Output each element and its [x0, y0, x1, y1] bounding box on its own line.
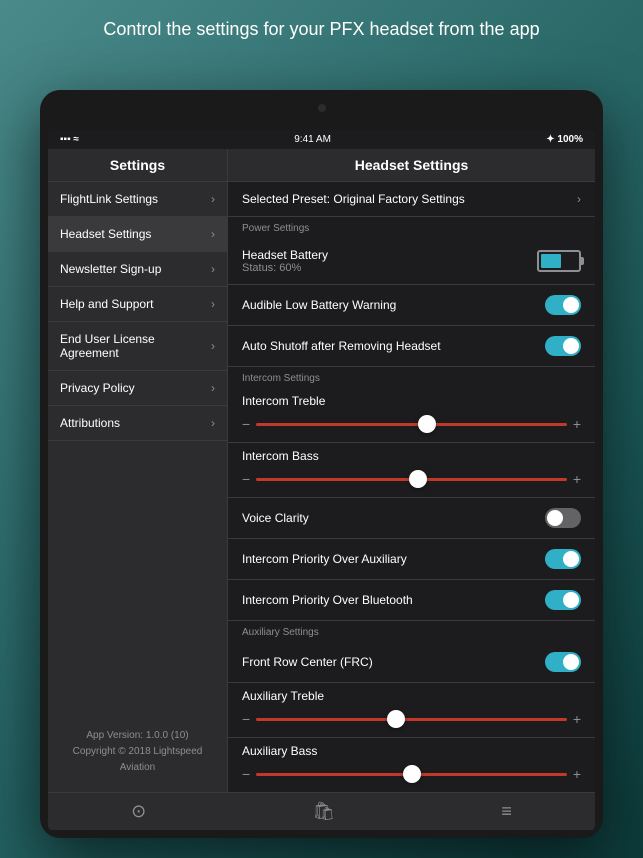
- tab-bar: ⊙ 🛍 ≡: [48, 792, 595, 830]
- plus-icon: +: [573, 766, 581, 782]
- auxiliary-settings-header: Auxiliary Settings: [228, 621, 595, 642]
- sidebar-item-attributions[interactable]: Attributions ›: [48, 406, 227, 441]
- aux-treble-container: Auxiliary Treble − +: [228, 683, 595, 738]
- right-panel: Selected Preset: Original Factory Settin…: [228, 182, 595, 792]
- sidebar-item-flightlink[interactable]: FlightLink Settings ›: [48, 182, 227, 217]
- intercom-bass-container: Intercom Bass − +: [228, 443, 595, 498]
- intercom-treble-thumb[interactable]: [418, 415, 436, 433]
- tablet-frame: ▪▪▪ ≈ 9:41 AM ✦ 100% Settings Headset Se…: [40, 90, 603, 838]
- aux-treble-thumb[interactable]: [387, 710, 405, 728]
- minus-icon: −: [242, 471, 250, 487]
- nav-right-title: Headset Settings: [228, 149, 595, 181]
- status-bar: ▪▪▪ ≈ 9:41 AM ✦ 100%: [48, 130, 595, 149]
- aux-treble-slider-wrap: − +: [242, 711, 581, 727]
- chevron-icon: ›: [211, 339, 215, 353]
- headset-battery-row: Headset Battery Status: 60%: [228, 238, 595, 285]
- sidebar-item-help[interactable]: Help and Support ›: [48, 287, 227, 322]
- tab-icon-menu[interactable]: ≡: [501, 801, 512, 822]
- sidebar-item-newsletter[interactable]: Newsletter Sign-up ›: [48, 252, 227, 287]
- nav-left-title: Settings: [48, 149, 228, 181]
- intercom-bt-row: Intercom Priority Over Bluetooth: [228, 580, 595, 621]
- sidebar: FlightLink Settings › Headset Settings ›…: [48, 182, 228, 792]
- sidebar-item-headset[interactable]: Headset Settings ›: [48, 217, 227, 252]
- intercom-treble-container: Intercom Treble − +: [228, 388, 595, 443]
- voice-clarity-row: Voice Clarity: [228, 498, 595, 539]
- aux-bass-container: Auxiliary Bass − +: [228, 738, 595, 792]
- intercom-bass-track[interactable]: [256, 478, 567, 481]
- tab-icon-settings[interactable]: ⊙: [131, 801, 146, 822]
- clock: 9:41 AM: [294, 134, 331, 145]
- sidebar-item-privacy[interactable]: Privacy Policy ›: [48, 371, 227, 406]
- header-text: Control the settings for your PFX headse…: [0, 0, 643, 55]
- intercom-bass-slider-wrap: − +: [242, 471, 581, 487]
- intercom-aux-toggle[interactable]: [545, 549, 581, 569]
- minus-icon: −: [242, 416, 250, 432]
- tab-icon-bag[interactable]: 🛍: [312, 801, 335, 822]
- auto-shutoff-toggle[interactable]: [545, 336, 581, 356]
- intercom-bt-toggle[interactable]: [545, 590, 581, 610]
- aux-bass-thumb[interactable]: [403, 765, 421, 783]
- chevron-icon: ›: [211, 262, 215, 276]
- intercom-bass-thumb[interactable]: [409, 470, 427, 488]
- frc-row: Front Row Center (FRC): [228, 642, 595, 683]
- battery-fill: [541, 254, 561, 268]
- minus-icon: −: [242, 766, 250, 782]
- intercom-aux-row: Intercom Priority Over Auxiliary: [228, 539, 595, 580]
- chevron-icon: ›: [211, 297, 215, 311]
- sidebar-item-eula[interactable]: End User License Agreement ›: [48, 322, 227, 371]
- copyright-text: Copyright © 2018 Lightspeed Aviation: [60, 744, 215, 776]
- audible-battery-toggle[interactable]: [545, 295, 581, 315]
- plus-icon: +: [573, 471, 581, 487]
- aux-bass-slider-wrap: − +: [242, 766, 581, 782]
- nav-bar: Settings Headset Settings: [48, 149, 595, 182]
- auto-shutoff-row: Auto Shutoff after Removing Headset: [228, 326, 595, 367]
- chevron-icon: ›: [577, 192, 581, 206]
- aux-bass-label: Auxiliary Bass: [242, 744, 581, 758]
- intercom-bass-label: Intercom Bass: [242, 449, 581, 463]
- app-version: App Version: 1.0.0 (10): [60, 728, 215, 744]
- plus-icon: +: [573, 416, 581, 432]
- chevron-icon: ›: [211, 381, 215, 395]
- selected-preset-row[interactable]: Selected Preset: Original Factory Settin…: [228, 182, 595, 217]
- power-settings-header: Power Settings: [228, 217, 595, 238]
- battery-icon: [537, 250, 581, 272]
- chevron-icon: ›: [211, 416, 215, 430]
- sidebar-footer: App Version: 1.0.0 (10) Copyright © 2018…: [48, 712, 227, 792]
- tablet-screen: ▪▪▪ ≈ 9:41 AM ✦ 100% Settings Headset Se…: [48, 130, 595, 830]
- signal-indicator: ▪▪▪ ≈: [60, 134, 79, 145]
- camera-dot: [318, 104, 326, 112]
- intercom-settings-header: Intercom Settings: [228, 367, 595, 388]
- aux-bass-track[interactable]: [256, 773, 567, 776]
- battery-status: ✦ 100%: [546, 134, 583, 145]
- chevron-icon: ›: [211, 227, 215, 241]
- plus-icon: +: [573, 711, 581, 727]
- intercom-treble-label: Intercom Treble: [242, 394, 581, 408]
- headset-battery-info: Headset Battery Status: 60%: [242, 248, 328, 274]
- aux-treble-label: Auxiliary Treble: [242, 689, 581, 703]
- frc-toggle[interactable]: [545, 652, 581, 672]
- intercom-treble-slider-wrap: − +: [242, 416, 581, 432]
- content-area: FlightLink Settings › Headset Settings ›…: [48, 182, 595, 792]
- audible-battery-row: Audible Low Battery Warning: [228, 285, 595, 326]
- voice-clarity-toggle[interactable]: [545, 508, 581, 528]
- intercom-treble-track[interactable]: [256, 423, 567, 426]
- aux-treble-track[interactable]: [256, 718, 567, 721]
- minus-icon: −: [242, 711, 250, 727]
- chevron-icon: ›: [211, 192, 215, 206]
